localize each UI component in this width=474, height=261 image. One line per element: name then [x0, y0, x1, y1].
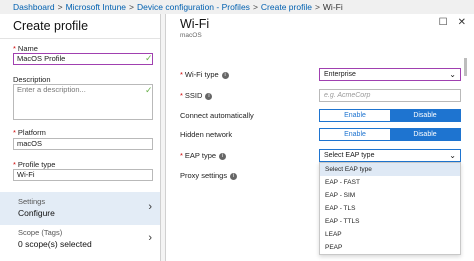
close-icon[interactable]: ✕: [458, 17, 466, 28]
info-icon[interactable]: i: [230, 172, 238, 180]
scope-label: Scope (Tags): [18, 228, 63, 237]
dropdown-option[interactable]: PEAP: [320, 241, 460, 254]
chevron-down-icon: ⌄: [449, 151, 456, 160]
maximize-icon[interactable]: ☐: [439, 17, 448, 28]
hidden-network-label: Hidden network: [180, 130, 233, 139]
breadcrumb-separator: >: [314, 2, 320, 12]
blade-subtitle: macOS: [180, 32, 202, 39]
dropdown-option[interactable]: EAP - TLS: [320, 202, 460, 215]
eap-type-label: * EAP type i: [180, 151, 227, 160]
breadcrumb-wifi: Wi-Fi: [322, 2, 343, 12]
name-input[interactable]: MacOS Profile: [13, 53, 153, 65]
disable-option[interactable]: Disable: [390, 110, 460, 121]
dropdown-option[interactable]: EAP - TTLS: [320, 215, 460, 228]
ssid-label: * SSID i: [180, 91, 213, 100]
enable-option[interactable]: Enable: [320, 110, 390, 121]
description-input[interactable]: Enter a description...: [13, 84, 153, 120]
breadcrumb: Dashboard > Microsoft Intune > Device config…: [0, 0, 474, 14]
check-icon: ✓: [145, 85, 153, 95]
breadcrumb-separator: >: [129, 2, 135, 12]
dropdown-option[interactable]: Select EAP type: [320, 163, 460, 176]
divider: [0, 38, 160, 39]
dropdown-option[interactable]: EAP - SIM: [320, 189, 460, 202]
chevron-right-icon: ›: [148, 201, 152, 213]
name-label: * Name: [13, 44, 38, 53]
breadcrumb-device-config[interactable]: Device configuration - Profiles: [137, 2, 250, 12]
profile-type-label: * Profile type: [13, 160, 56, 169]
connect-automatically-toggle[interactable]: Enable Disable: [319, 109, 461, 122]
breadcrumb-create-profile[interactable]: Create profile: [261, 2, 312, 12]
info-icon[interactable]: i: [221, 71, 229, 79]
scrollbar[interactable]: [464, 58, 467, 76]
settings-label: Settings: [18, 197, 46, 206]
disable-option[interactable]: Disable: [390, 129, 460, 140]
info-icon[interactable]: i: [205, 92, 213, 100]
breadcrumb-dashboard[interactable]: Dashboard: [13, 2, 55, 12]
eap-type-dropdown: Select EAP type EAP - FAST EAP - SIM EAP…: [319, 162, 461, 255]
ssid-input[interactable]: e.g. AcmeCorp: [319, 89, 461, 102]
wifi-type-select[interactable]: Enterprise ⌄: [319, 68, 461, 81]
chevron-down-icon: ⌄: [449, 70, 456, 79]
chevron-right-icon: ›: [148, 232, 152, 244]
profile-type-select[interactable]: Wi-Fi: [13, 169, 153, 181]
dropdown-option[interactable]: EAP - FAST: [320, 176, 460, 189]
dropdown-option[interactable]: LEAP: [320, 228, 460, 241]
hidden-network-toggle[interactable]: Enable Disable: [319, 128, 461, 141]
platform-label: * Platform: [13, 128, 46, 137]
blade-title: Wi-Fi: [180, 17, 210, 31]
wifi-type-label: * Wi-Fi type i: [180, 70, 229, 79]
breadcrumb-separator: >: [57, 2, 63, 12]
breadcrumb-intune[interactable]: Microsoft Intune: [66, 2, 126, 12]
connect-automatically-label: Connect automatically: [180, 111, 254, 120]
description-label: Description: [13, 75, 51, 84]
blade-title: Create profile: [13, 19, 89, 33]
eap-type-select[interactable]: Select EAP type ⌄: [319, 149, 461, 162]
enable-option[interactable]: Enable: [320, 129, 390, 140]
settings-nav-item[interactable]: Settings Configure ›: [0, 192, 160, 225]
scope-nav-item[interactable]: Scope (Tags) 0 scope(s) selected ›: [0, 223, 160, 256]
platform-select[interactable]: macOS: [13, 138, 153, 150]
create-profile-blade: Create profile * Name MacOS Profile ✓ Des…: [0, 14, 161, 261]
scope-value: 0 scope(s) selected: [18, 239, 92, 249]
settings-value: Configure: [18, 208, 55, 218]
proxy-settings-label: Proxy settings i: [180, 171, 238, 180]
breadcrumb-separator: >: [252, 2, 258, 12]
info-icon[interactable]: i: [219, 152, 227, 160]
window-controls: ☐ ✕: [429, 17, 466, 28]
check-icon: ✓: [145, 53, 153, 63]
